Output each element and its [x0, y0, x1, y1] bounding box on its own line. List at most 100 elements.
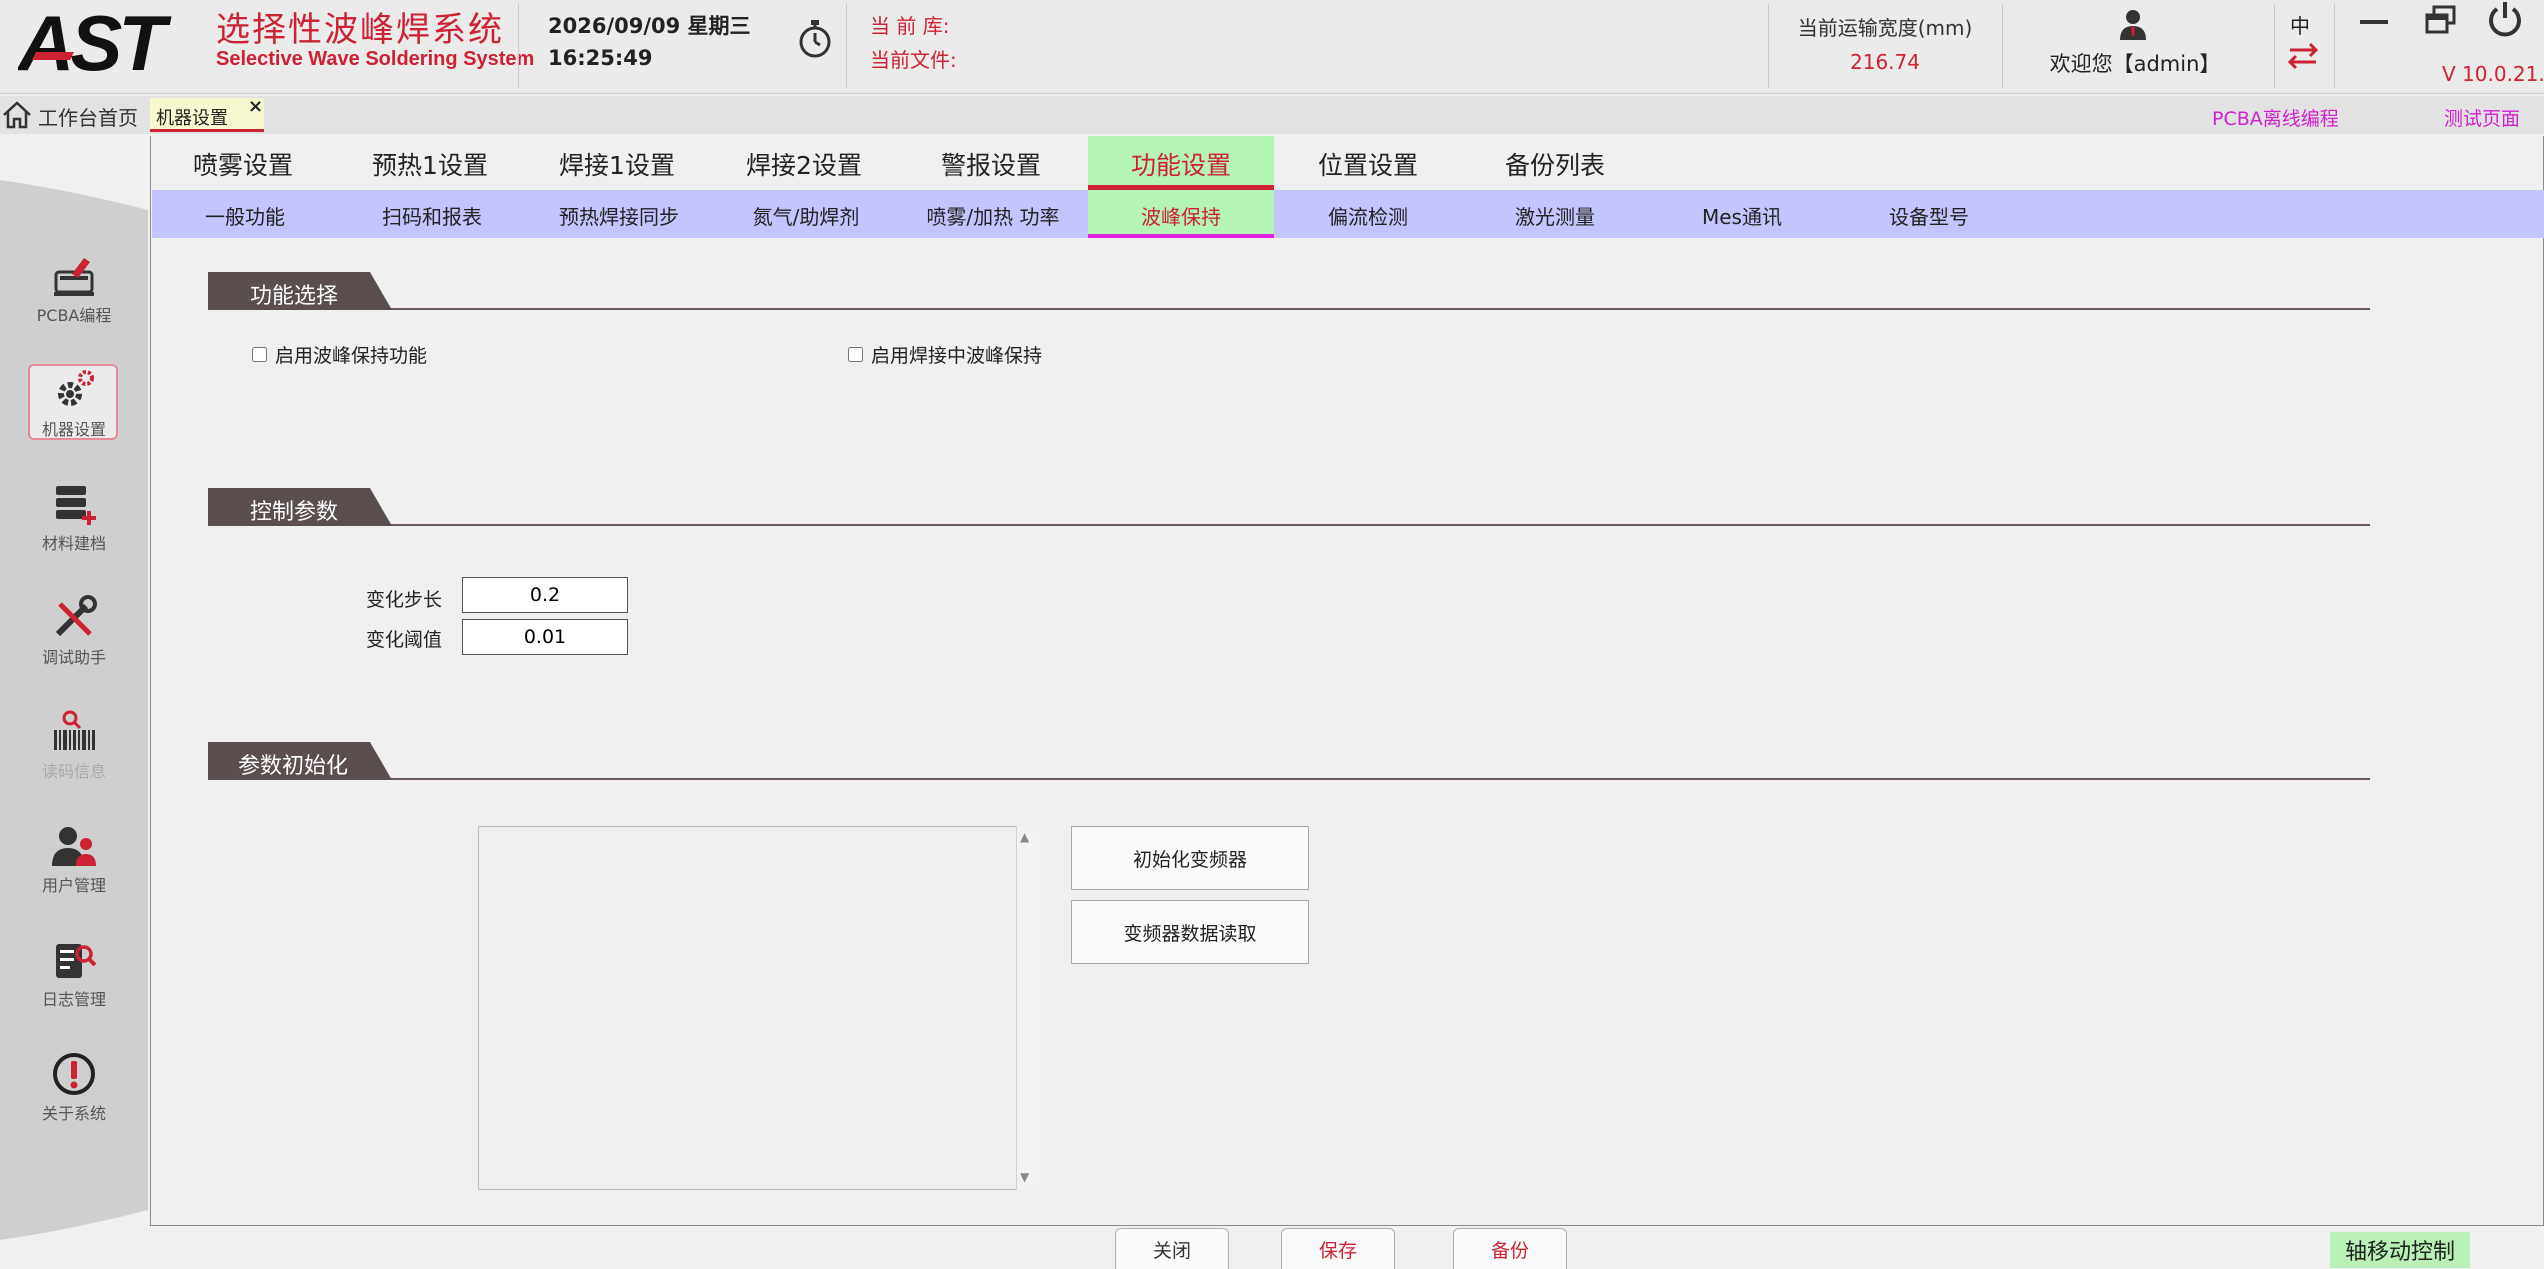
test-page-link[interactable]: 测试页面: [2444, 104, 2520, 131]
wave-hold-enable-checkbox[interactable]: [252, 347, 267, 362]
read-inverter-data-button[interactable]: 变频器数据读取: [1071, 900, 1309, 964]
section-title: 功能选择: [208, 272, 392, 310]
sidebar-item-label: 日志管理: [41, 990, 106, 1009]
power-icon[interactable]: [2486, 0, 2524, 38]
subtab-laser-measure[interactable]: 激光测量: [1462, 190, 1648, 238]
tab-solder2-settings[interactable]: 焊接2设置: [711, 136, 897, 190]
checkbox-label: 启用焊接中波峰保持: [871, 345, 1043, 367]
scroll-up-icon[interactable]: ▲: [1020, 830, 1029, 844]
sidebar-item-user-manage[interactable]: 用户管理: [14, 822, 134, 896]
brand-name-cn: 选择性波峰焊系统: [216, 10, 504, 50]
restore-window-icon[interactable]: [2424, 4, 2458, 36]
current-file-label: 当前文件:: [870, 48, 957, 72]
svg-text:AST: AST: [18, 6, 172, 78]
open-tab-machine-settings[interactable]: 机器设置: [150, 98, 264, 132]
header-time: 16:25:49: [548, 46, 653, 70]
sidebar-item-label: 调试助手: [41, 648, 106, 667]
tab-function-settings[interactable]: 功能设置: [1088, 136, 1274, 190]
axis-move-control-button[interactable]: 轴移动控制: [2330, 1232, 2470, 1268]
save-button[interactable]: 保存: [1281, 1228, 1395, 1269]
close-button[interactable]: 关闭: [1115, 1228, 1229, 1269]
subtab-mes-comm[interactable]: Mes通讯: [1649, 190, 1835, 238]
conveyor-width-label: 当前运输宽度(mm): [1797, 16, 1973, 40]
debug-tools-icon: [55, 595, 97, 637]
wave-hold-during-solder-option[interactable]: 启用焊接中波峰保持: [848, 341, 1042, 368]
version-label: V 10.0.21.0: [2442, 62, 2544, 86]
tab-preheat1-settings[interactable]: 预热1设置: [337, 136, 523, 190]
threshold-input[interactable]: [462, 619, 628, 655]
barcode-search-icon: [54, 710, 95, 750]
log-manage-icon: [56, 944, 97, 978]
log-scrollbar[interactable]: [1016, 826, 1040, 1190]
tab-solder1-settings[interactable]: 焊接1设置: [524, 136, 710, 190]
language-indicator[interactable]: 中: [2290, 10, 2310, 39]
subtab-nitrogen-flux[interactable]: 氮气/助焊剂: [713, 190, 899, 238]
close-tab-icon[interactable]: ×: [248, 96, 263, 117]
stopwatch-icon[interactable]: [796, 18, 834, 60]
sidebar-item-machine-settings[interactable]: 机器设置: [14, 366, 134, 440]
sidebar-item-about[interactable]: 关于系统: [14, 1050, 134, 1124]
subtab-general[interactable]: 一般功能: [152, 190, 338, 238]
sidebar-item-debug[interactable]: 调试助手: [14, 594, 134, 668]
section-function-select: 功能选择: [208, 272, 2370, 310]
sidebar-item-label: 用户管理: [41, 876, 106, 895]
brand-name-en: Selective Wave Soldering System: [216, 48, 535, 70]
sidebar-item-barcode-info[interactable]: 读码信息: [14, 708, 134, 782]
tab-backup-list[interactable]: 备份列表: [1462, 136, 1648, 190]
current-library-label: 当 前 库:: [870, 14, 950, 38]
section-control-params: 控制参数: [208, 488, 2370, 526]
about-icon: [53, 1053, 95, 1095]
user-manage-icon: [52, 827, 96, 866]
init-inverter-button[interactable]: 初始化变频器: [1071, 826, 1309, 890]
output-log-textarea[interactable]: [478, 826, 1040, 1190]
header-divider: [2334, 4, 2335, 88]
material-archive-icon: [56, 486, 96, 525]
wave-hold-during-solder-checkbox[interactable]: [848, 347, 863, 362]
checkbox-label: 启用波峰保持功能: [275, 345, 428, 367]
subtab-spray-heat-power[interactable]: 喷雾/加热 功率: [900, 190, 1086, 238]
header-divider: [2274, 4, 2275, 88]
sidebar-item-label: 关于系统: [41, 1104, 106, 1123]
threshold-label: 变化阈值: [366, 629, 443, 651]
minimize-icon[interactable]: [2358, 10, 2390, 34]
sidebar-item-log-manage[interactable]: 日志管理: [14, 936, 134, 1010]
header-divider: [2002, 4, 2003, 88]
backup-button[interactable]: 备份: [1453, 1228, 1567, 1269]
user-avatar-icon: [2120, 10, 2146, 40]
sidebar-item-label: 机器设置: [41, 420, 106, 439]
sidebar-item-label: PCBA编程: [36, 306, 112, 325]
language-swap-icon[interactable]: [2286, 42, 2320, 70]
sidebar-item-material[interactable]: 材料建档: [14, 480, 134, 554]
subtab-scan-report[interactable]: 扫码和报表: [339, 190, 525, 238]
step-size-input[interactable]: [462, 577, 628, 613]
machine-settings-icon: [58, 370, 94, 406]
home-icon[interactable]: [2, 100, 32, 130]
scroll-down-icon[interactable]: ▼: [1020, 1170, 1029, 1184]
subtab-wave-hold[interactable]: 波峰保持: [1088, 190, 1274, 238]
step-size-label: 变化步长: [366, 589, 443, 611]
ast-logo: AST: [18, 6, 176, 78]
subtab-preheat-solder-sync[interactable]: 预热焊接同步: [526, 190, 712, 238]
section-title: 控制参数: [208, 488, 392, 526]
section-param-init: 参数初始化: [208, 742, 2370, 780]
breadcrumb-bar: [0, 96, 2544, 134]
sidebar-item-pcba[interactable]: PCBA编程: [14, 252, 134, 326]
header-date: 2026/09/09 星期三: [548, 14, 751, 38]
sidebar-item-label: 材料建档: [41, 534, 106, 553]
subtab-device-model[interactable]: 设备型号: [1836, 190, 2022, 238]
welcome-user: 欢迎您【admin】: [2049, 52, 2221, 76]
header-divider: [846, 4, 847, 88]
section-title: 参数初始化: [208, 742, 392, 780]
subtab-flow-deviation[interactable]: 偏流检测: [1275, 190, 1461, 238]
breadcrumb-home[interactable]: 工作台首页: [38, 102, 138, 131]
pcba-edit-icon: [54, 258, 94, 296]
sidebar-item-label: 读码信息: [41, 762, 106, 781]
tab-spray-settings[interactable]: 喷雾设置: [150, 136, 336, 190]
conveyor-width-value: 216.74: [1850, 50, 1920, 74]
pcba-offline-link[interactable]: PCBA离线编程: [2212, 104, 2339, 131]
tab-position-settings[interactable]: 位置设置: [1275, 136, 1461, 190]
tab-alarm-settings[interactable]: 警报设置: [898, 136, 1084, 190]
header-divider: [1768, 4, 1769, 88]
header-divider: [518, 4, 519, 88]
wave-hold-enable-option[interactable]: 启用波峰保持功能: [252, 341, 427, 368]
